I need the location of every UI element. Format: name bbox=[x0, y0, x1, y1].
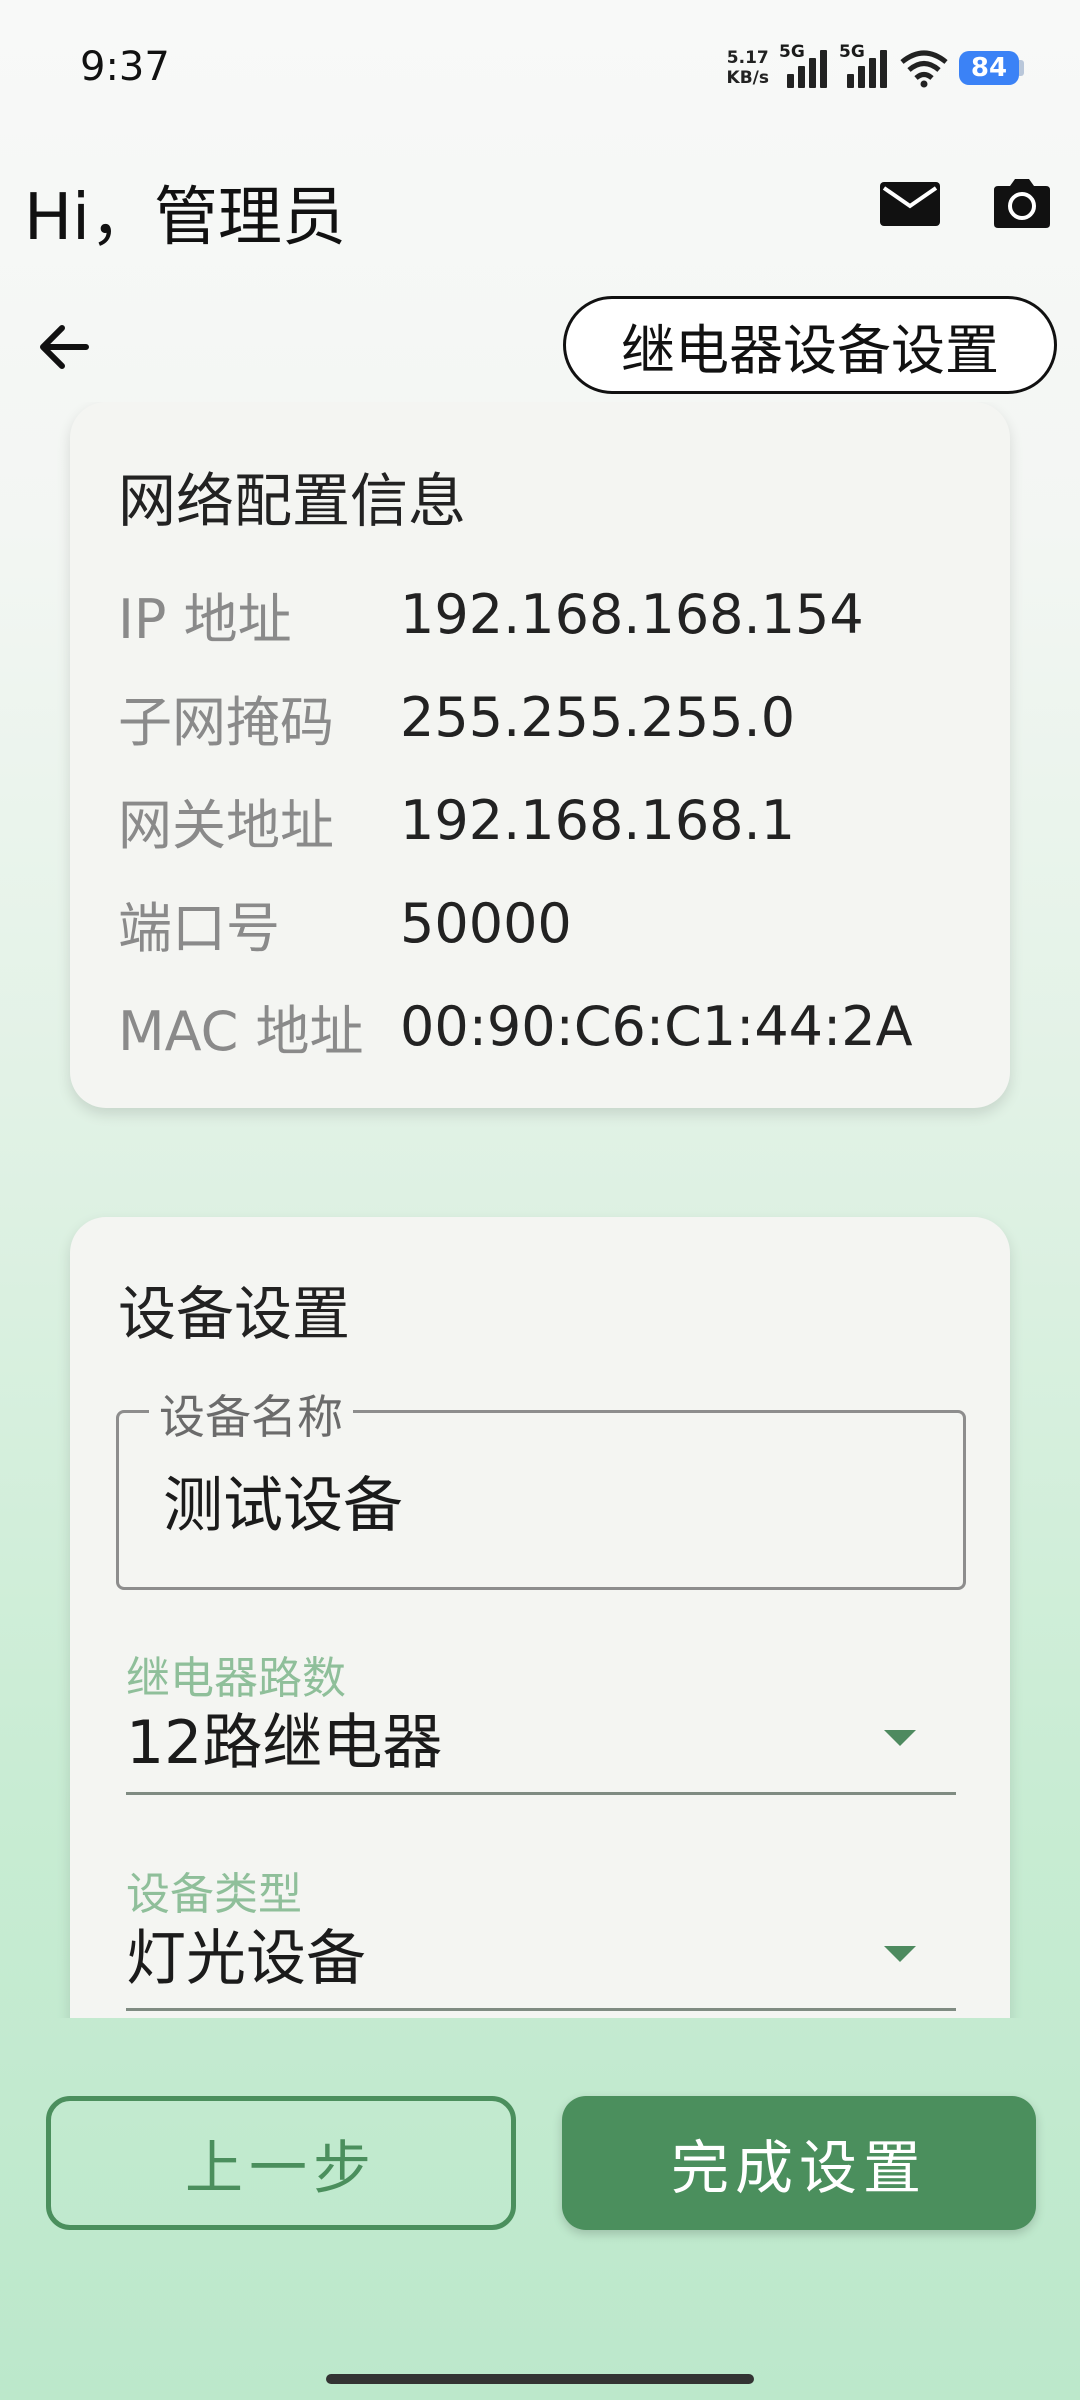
page-title: 继电器设备设置 bbox=[563, 296, 1057, 394]
network-speed: 5.17 KB/s bbox=[726, 48, 769, 88]
device-type-select[interactable]: 设备类型 灯光设备 bbox=[126, 1858, 956, 2011]
signal-sim2-icon: 5G bbox=[839, 42, 889, 88]
back-arrow-icon[interactable] bbox=[30, 312, 100, 382]
finish-setup-button[interactable]: 完成设置 bbox=[562, 2096, 1036, 2230]
network-row-gateway: 网关地址 192.168.168.1 bbox=[118, 788, 796, 857]
device-settings-card: 设备设置 设备名称 测试设备 继电器路数 12路继电器 设备类型 灯光设备 bbox=[70, 1217, 1010, 2018]
home-indicator[interactable] bbox=[326, 2374, 754, 2384]
relay-count-select[interactable]: 继电器路数 12路继电器 bbox=[126, 1642, 956, 1795]
network-row-port: 端口号 50000 bbox=[118, 891, 572, 960]
dropdown-arrow-icon bbox=[884, 1730, 916, 1746]
dropdown-arrow-icon bbox=[884, 1946, 916, 1962]
wifi-icon bbox=[900, 50, 948, 88]
greeting-text: Hi，管理员 bbox=[24, 181, 346, 255]
device-type-value: 灯光设备 bbox=[126, 1924, 366, 1994]
network-config-card: 网络配置信息 IP 地址 192.168.168.154 子网掩码 255.25… bbox=[70, 402, 1010, 1108]
status-bar: 9:37 5.17 KB/s 5G 5G 84 bbox=[0, 0, 1080, 130]
network-card-title: 网络配置信息 bbox=[118, 467, 467, 535]
device-name-field[interactable]: 设备名称 测试设备 bbox=[116, 1381, 966, 1590]
camera-icon[interactable] bbox=[990, 172, 1054, 236]
status-icons: 5.17 KB/s 5G 5G 84 bbox=[727, 40, 1024, 96]
battery-icon: 84 bbox=[959, 51, 1024, 85]
network-row-subnet: 子网掩码 255.255.255.0 bbox=[118, 685, 796, 754]
signal-sim1-icon: 5G bbox=[779, 42, 829, 88]
network-row-mac: MAC 地址 00:90:C6:C1:44:2A bbox=[118, 994, 913, 1063]
relay-count-value: 12路继电器 bbox=[126, 1708, 443, 1778]
device-name-value: 测试设备 bbox=[163, 1471, 403, 1541]
device-card-title: 设备设置 bbox=[118, 1280, 351, 1348]
mail-icon[interactable] bbox=[878, 172, 942, 236]
device-name-label: 设备名称 bbox=[149, 1381, 353, 1447]
network-row-ip: IP 地址 192.168.168.154 bbox=[118, 582, 864, 651]
content-scroll-area[interactable]: 网络配置信息 IP 地址 192.168.168.154 子网掩码 255.25… bbox=[0, 402, 1080, 2018]
previous-step-button[interactable]: 上一步 bbox=[46, 2096, 516, 2230]
status-time: 9:37 bbox=[80, 44, 170, 90]
